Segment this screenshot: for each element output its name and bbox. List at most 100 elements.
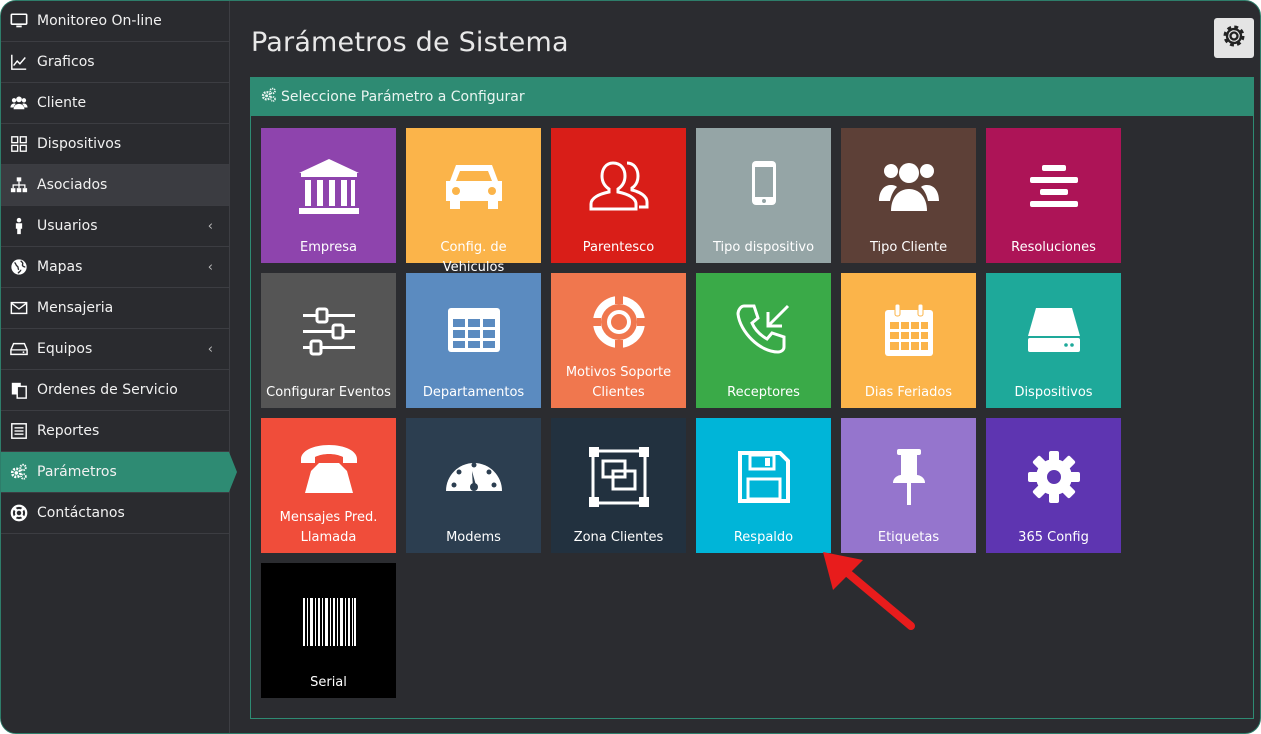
sidebar-item-cliente[interactable]: Cliente: [1, 83, 229, 124]
sidebar-item-label: Contáctanos: [37, 505, 125, 521]
tile-mensajes-pred-llamada[interactable]: Mensajes Pred. Llamada: [261, 418, 396, 553]
phone-incoming-icon: [732, 300, 796, 368]
users-icon: [877, 155, 941, 223]
sidebar-item-monitoreo[interactable]: Monitoreo On-line: [1, 1, 229, 42]
chevron-left-icon: ‹: [207, 260, 213, 275]
sidebar-item-contactanos[interactable]: Contáctanos: [1, 493, 229, 534]
phone-icon: [297, 437, 361, 505]
floppy-icon: [732, 445, 796, 513]
tile-modems[interactable]: Modems: [406, 418, 541, 553]
tile-etiquetas[interactable]: Etiquetas: [841, 418, 976, 553]
tile-dispositivos[interactable]: Dispositivos: [986, 273, 1121, 408]
tile-label: Mensajes Pred. Llamada: [279, 510, 378, 545]
page-title: Parámetros de Sistema: [251, 27, 569, 58]
sidebar-item-asociados[interactable]: Asociados: [1, 165, 229, 206]
tile-zona-clientes[interactable]: Zona Clientes: [551, 418, 686, 553]
sidebar-item-equipos[interactable]: Equipos ‹: [1, 329, 229, 370]
sidebar: Monitoreo On-line Graficos Cliente Dispo…: [1, 1, 237, 733]
table-icon: [442, 300, 506, 368]
pushpin-icon: [877, 445, 941, 513]
tile-serial[interactable]: Serial: [261, 563, 396, 698]
tile-resoluciones[interactable]: Resoluciones: [986, 128, 1121, 263]
gear-icon: [1022, 445, 1086, 513]
sidebar-item-graficos[interactable]: Graficos: [1, 42, 229, 83]
tile-config-vehiculos[interactable]: Config. de Vehiculos: [406, 128, 541, 275]
barcode-icon: [297, 590, 361, 658]
sidebar-item-label: Graficos: [37, 54, 95, 70]
tile-label: Empresa: [300, 240, 357, 255]
bank-icon: [297, 155, 361, 223]
sidebar-item-parametros[interactable]: Parámetros: [1, 452, 237, 493]
object-group-icon: [587, 445, 651, 513]
tile-receptores[interactable]: Receptores: [696, 273, 831, 408]
grid-icon: [1, 135, 37, 153]
monitor-icon: [1, 12, 37, 30]
tile-label: Resoluciones: [1011, 240, 1096, 255]
line-chart-icon: [1, 53, 37, 71]
tile-dias-feriados[interactable]: Dias Feriados: [841, 273, 976, 408]
settings-button[interactable]: [1214, 18, 1254, 58]
car-icon: [442, 155, 506, 223]
sidebar-item-label: Equipos: [37, 341, 93, 357]
copy-icon: [1, 381, 37, 399]
tile-label: Dispositivos: [1014, 385, 1093, 400]
tile-configurar-eventos[interactable]: Configurar Eventos: [261, 273, 396, 408]
chevron-left-icon: ‹: [207, 219, 213, 234]
tile-label: Zona Clientes: [573, 530, 664, 545]
sidebar-item-label: Mapas: [37, 259, 83, 275]
tile-label: Receptores: [727, 385, 800, 400]
tile-parentesco[interactable]: Parentesco: [551, 128, 686, 263]
users-icon: [1, 94, 37, 112]
sidebar-item-label: Mensajeria: [37, 300, 114, 316]
sidebar-item-mapas[interactable]: Mapas ‹: [1, 247, 229, 288]
tile-label: Tipo dispositivo: [712, 240, 815, 255]
sidebar-item-dispositivos[interactable]: Dispositivos: [1, 124, 229, 165]
panel-heading-text: Seleccione Parámetro a Configurar: [281, 89, 525, 105]
gear-icon: [1220, 22, 1248, 54]
sitemap-icon: [1, 176, 37, 194]
tile-tipo-dispositivo[interactable]: Tipo dispositivo: [696, 128, 831, 263]
lifebuoy-icon: [587, 290, 651, 358]
list-icon: [1, 422, 37, 440]
sidebar-item-label: Dispositivos: [37, 136, 122, 152]
sidebar-item-reportes[interactable]: Reportes: [1, 411, 229, 452]
tile-label: Serial: [310, 675, 347, 690]
tile-label: Departamentos: [422, 385, 525, 400]
cogs-icon: [1, 463, 37, 481]
panel-heading: Seleccione Parámetro a Configurar: [251, 78, 1253, 116]
mobile-icon: [732, 155, 796, 223]
sidebar-item-label: Parámetros: [37, 464, 117, 480]
hdd-icon: [1022, 300, 1086, 368]
tile-label: Respaldo: [733, 530, 794, 545]
tile-label: Config. de Vehiculos: [440, 240, 507, 275]
sidebar-item-ordenes[interactable]: Ordenes de Servicio: [1, 370, 229, 411]
sidebar-item-label: Usuarios: [37, 218, 98, 234]
tile-departamentos[interactable]: Departamentos: [406, 273, 541, 408]
sidebar-item-label: Monitoreo On-line: [37, 13, 162, 29]
chevron-left-icon: ‹: [207, 342, 213, 357]
lifebuoy-icon: [1, 504, 37, 522]
tile-label: 365 Config: [1018, 530, 1089, 545]
red-arrow-icon: [819, 546, 919, 636]
tile-label: Dias Feriados: [864, 385, 953, 400]
tile-label: Modems: [446, 530, 501, 545]
tile-empresa[interactable]: Empresa: [261, 128, 396, 263]
sidebar-item-usuarios[interactable]: Usuarios ‹: [1, 206, 229, 247]
tile-tipo-cliente[interactable]: Tipo Cliente: [841, 128, 976, 263]
sidebar-item-mensajeria[interactable]: Mensajeria: [1, 288, 229, 329]
sliders-icon: [297, 300, 361, 368]
user-pair-icon: [587, 155, 651, 223]
tile-motivos-soporte[interactable]: Motivos Soporte Clientes: [551, 273, 686, 408]
globe-icon: [1, 258, 37, 276]
cogs-icon: [261, 87, 281, 107]
sidebar-item-label: Reportes: [37, 423, 100, 439]
sidebar-item-label: Cliente: [37, 95, 87, 111]
tile-respaldo[interactable]: Respaldo: [696, 418, 831, 553]
tile-label: Motivos Soporte Clientes: [565, 365, 672, 400]
tile-365-config[interactable]: 365 Config: [986, 418, 1121, 553]
sidebar-item-label: Asociados: [37, 177, 108, 193]
sidebar-item-label: Ordenes de Servicio: [37, 382, 178, 398]
tile-label: Tipo Cliente: [869, 240, 948, 255]
envelope-icon: [1, 299, 37, 317]
align-center-icon: [1022, 155, 1086, 223]
